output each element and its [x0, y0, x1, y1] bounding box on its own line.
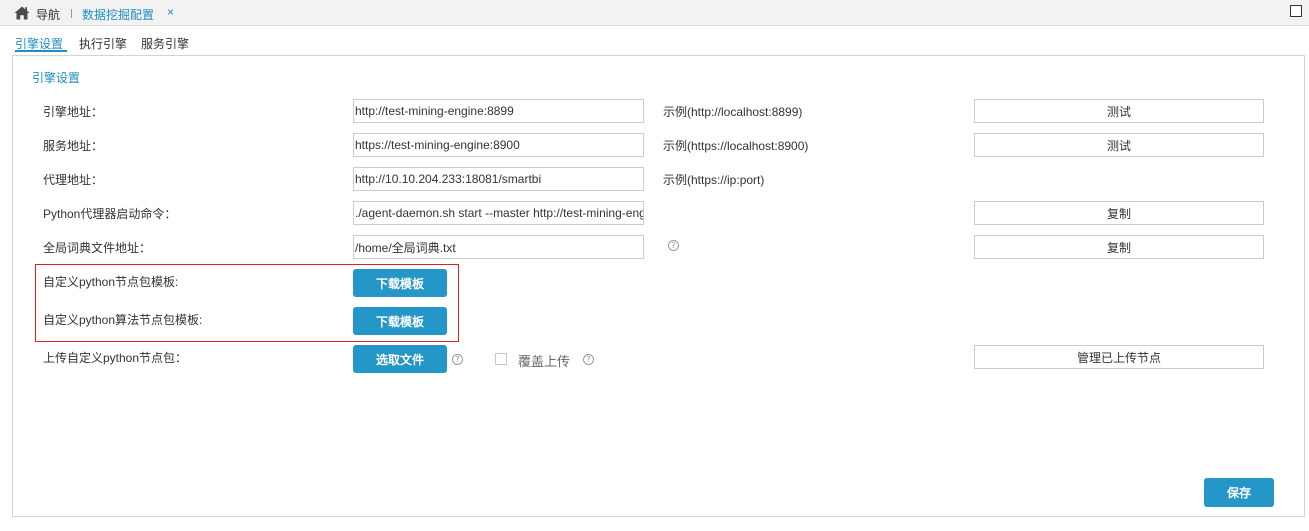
service-address-input[interactable] — [353, 133, 644, 157]
active-subtab-indicator — [15, 50, 67, 52]
engine-address-example: 示例(http://localhost:8899) — [663, 105, 803, 119]
engine-address-test-button[interactable]: 测试 — [974, 99, 1264, 123]
proxy-address-label: 代理地址： — [43, 173, 104, 187]
maximize-icon[interactable] — [1290, 5, 1302, 17]
tab-separator — [71, 9, 72, 18]
service-address-label: 服务地址： — [43, 139, 104, 153]
subtab-service-engine[interactable]: 服务引擎 — [141, 35, 189, 52]
section-title: 引擎设置 — [32, 71, 81, 85]
proxy-address-example: 示例(https://ip:port) — [663, 173, 765, 187]
python-proxy-cmd-label: Python代理器启动命令： — [43, 207, 177, 221]
nav-tab-label[interactable]: 导航 — [36, 6, 60, 23]
python-node-template-label: 自定义python节点包模板: — [43, 275, 179, 289]
dict-path-copy-button[interactable]: 复制 — [974, 235, 1264, 259]
home-icon[interactable] — [14, 6, 30, 20]
subtab-execution-engine[interactable]: 执行引擎 — [79, 35, 127, 52]
service-address-test-button[interactable]: 测试 — [974, 133, 1264, 157]
dict-path-help-icon[interactable]: ? — [668, 240, 679, 251]
overwrite-upload-help-icon[interactable]: ? — [583, 354, 594, 365]
python-proxy-cmd-copy-button[interactable]: 复制 — [974, 201, 1264, 225]
download-node-template-button[interactable]: 下载模板 — [353, 269, 447, 297]
python-proxy-cmd-input[interactable] — [353, 201, 644, 225]
save-button[interactable]: 保存 — [1204, 478, 1274, 507]
dict-path-label: 全局词典文件地址： — [43, 241, 152, 255]
engine-address-label: 引擎地址： — [43, 105, 104, 119]
python-algo-template-label: 自定义python算法节点包模板: — [43, 313, 203, 327]
choose-file-button[interactable]: 选取文件 — [353, 345, 447, 373]
overwrite-upload-checkbox[interactable] — [495, 353, 507, 365]
engine-address-input[interactable] — [353, 99, 644, 123]
engine-settings-panel — [12, 55, 1305, 517]
choose-file-help-icon[interactable]: ? — [452, 354, 463, 365]
tab-data-mining-config[interactable]: 数据挖掘配置 — [82, 6, 154, 23]
tab-close-icon[interactable]: × — [167, 5, 178, 19]
subtab-bar: 引擎设置 执行引擎 服务引擎 — [0, 26, 1309, 55]
download-algo-template-button[interactable]: 下载模板 — [353, 307, 447, 335]
dict-path-input[interactable] — [353, 235, 644, 259]
service-address-example: 示例(https://localhost:8900) — [663, 139, 809, 153]
overwrite-upload-label[interactable]: 覆盖上传 — [518, 351, 570, 370]
upload-node-label: 上传自定义python节点包： — [43, 351, 188, 365]
proxy-address-input[interactable] — [353, 167, 644, 191]
top-bar: 导航 数据挖掘配置 × — [0, 0, 1309, 26]
manage-uploaded-nodes-button[interactable]: 管理已上传节点 — [974, 345, 1264, 369]
